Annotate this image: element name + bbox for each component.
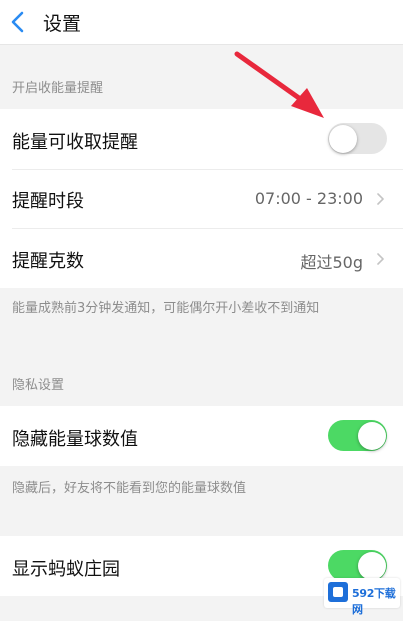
reminder-period-label: 提醒时段 [12, 191, 84, 212]
section-header-privacy: 隐私设置 [12, 378, 65, 393]
hide-energy-toggle[interactable] [328, 420, 387, 451]
hide-energy-row[interactable]: 隐藏能量球数值 [0, 406, 403, 466]
section-header-energy: 开启收能量提醒 [12, 81, 104, 96]
toggle-knob [358, 421, 386, 450]
page-title: 设置 [43, 13, 82, 35]
reminder-grams-row[interactable]: 提醒克数 超过50g [0, 228, 403, 288]
toggle-knob [358, 551, 386, 580]
nav-bar: 设置 [0, 0, 403, 45]
reminder-grams-value: 超过50g [300, 253, 363, 272]
reminder-period-row[interactable]: 提醒时段 07:00 - 23:00 [0, 169, 403, 228]
watermark-icon [328, 582, 348, 602]
row-divider [12, 228, 403, 229]
chevron-right-icon [377, 253, 384, 265]
reminder-grams-label: 提醒克数 [12, 251, 84, 272]
toggle-knob [329, 124, 357, 153]
back-arrow-icon[interactable] [10, 11, 26, 33]
show-ant-manor-label: 显示蚂蚁庄园 [12, 559, 120, 580]
energy-reminder-toggle[interactable] [328, 123, 387, 154]
row-divider [12, 169, 403, 170]
watermark-text: 592下载网 [352, 587, 396, 616]
chevron-right-icon [377, 193, 384, 205]
energy-reminder-label: 能量可收取提醒 [12, 132, 138, 153]
hide-energy-label: 隐藏能量球数值 [12, 429, 138, 450]
hide-energy-note: 隐藏后，好友将不能看到您的能量球数值 [12, 481, 247, 496]
reminder-period-value: 07:00 - 23:00 [254, 189, 363, 208]
energy-reminder-note: 能量成熟前3分钟发通知，可能偶尔开小差收不到通知 [12, 301, 320, 316]
energy-reminder-row[interactable]: 能量可收取提醒 [0, 109, 403, 169]
show-ant-manor-toggle[interactable] [328, 550, 387, 581]
site-watermark-logo: 592下载网 [324, 578, 400, 616]
